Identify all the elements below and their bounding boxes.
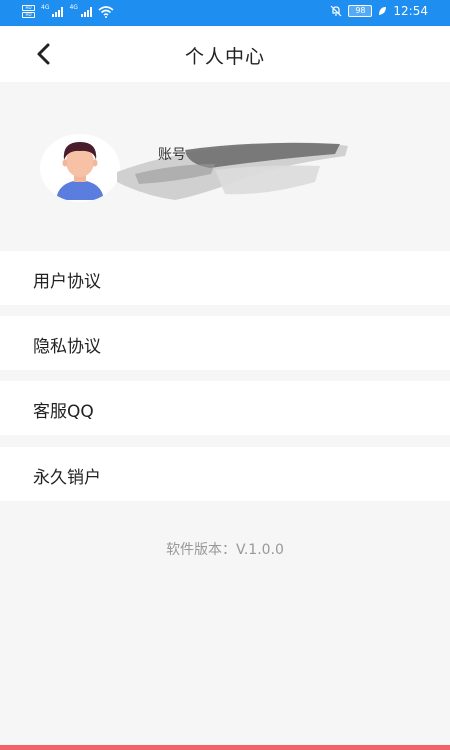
status-bar: HD HD 4G 4G 98 12:54: [0, 0, 450, 26]
status-bar-left: HD HD 4G 4G: [22, 5, 114, 18]
network2-label: 4G: [69, 4, 78, 11]
bottom-accent-bar: [0, 745, 450, 750]
menu-item-customer-service-qq[interactable]: 客服QQ: [0, 381, 450, 435]
avatar[interactable]: [40, 134, 120, 202]
app-version: 软件版本：V.1.0.0: [166, 542, 284, 558]
menu-item-privacy-policy[interactable]: 隐私协议: [0, 316, 450, 370]
account-label: 账号: [158, 147, 186, 163]
menu-item-label: 用户协议: [33, 272, 101, 292]
page-title: 个人中心: [184, 46, 265, 68]
status-time: 12:54: [393, 4, 428, 18]
account-redaction: [117, 142, 348, 200]
battery-icon: 98: [348, 5, 373, 17]
bell-muted-icon: [330, 5, 342, 17]
menu-item-label: 永久销户: [33, 468, 101, 488]
wifi-icon: [98, 5, 114, 18]
sim2-badge: HD: [22, 12, 35, 18]
signal2-icon: [80, 6, 92, 17]
menu-item-delete-account[interactable]: 永久销户: [0, 447, 450, 501]
user-avatar-icon: [56, 142, 104, 200]
menu-item-label: 客服QQ: [33, 402, 94, 422]
header-bar: 个人中心: [0, 26, 450, 82]
profile-section: 账号: [0, 82, 450, 250]
menu-item-user-agreement[interactable]: 用户协议: [0, 251, 450, 305]
leaf-icon: [379, 7, 387, 15]
network1-label: 4G: [41, 4, 50, 11]
sim1-badge: HD: [22, 5, 35, 11]
menu-item-label: 隐私协议: [33, 337, 101, 357]
signal1-icon: [52, 6, 64, 17]
sim-indicators: HD HD: [22, 5, 35, 18]
status-bar-right: 98 12:54: [330, 4, 428, 18]
